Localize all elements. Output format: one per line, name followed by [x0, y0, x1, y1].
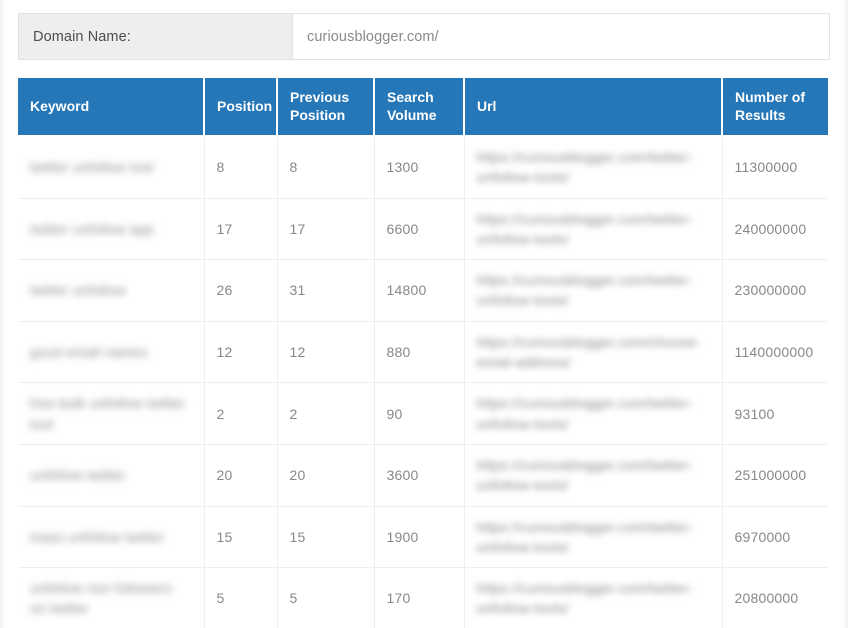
cell-keyword: twitter unfollow tool [18, 135, 205, 199]
table-row: free bulk unfollow twitter tool 2 2 90 https… [18, 382, 828, 445]
cell-number-of-results: 6970000 [722, 506, 828, 569]
cell-url[interactable]: https://curiousblogger.com/twitter-unfol… [464, 382, 723, 445]
cell-number-of-results: 251000000 [722, 444, 828, 507]
page-left-gutter [0, 0, 6, 628]
cell-url[interactable]: https://curiousblogger.com/twitter-unfol… [464, 506, 723, 569]
table-row: twitter unfollow 26 31 14800 https://curious… [18, 259, 828, 322]
cell-previous-position: 8 [277, 135, 375, 199]
cell-url[interactable]: https://curiousblogger.com/twitter-unfol… [464, 567, 723, 628]
cell-keyword: unfollow twitter [18, 444, 205, 507]
column-header-previous-position[interactable]: Previous Position [277, 78, 375, 137]
column-header-number-of-results[interactable]: Number of Results [722, 78, 828, 137]
cell-number-of-results: 1140000000 [722, 321, 828, 384]
column-header-search-volume[interactable]: Search Volume [374, 78, 465, 137]
keyword-table-body: twitter unfollow tool 8 8 1300 https://curio… [18, 135, 828, 628]
column-header-url[interactable]: Url [464, 78, 723, 137]
cell-search-volume: 1300 [374, 135, 465, 199]
cell-previous-position: 31 [277, 259, 375, 322]
domain-input-group: Domain Name: curiousblogger.com/ [18, 13, 830, 60]
cell-previous-position: 15 [277, 506, 375, 569]
domain-name-input[interactable]: curiousblogger.com/ [293, 13, 830, 60]
cell-position: 20 [204, 444, 278, 507]
column-header-keyword[interactable]: Keyword [18, 78, 205, 137]
cell-position: 12 [204, 321, 278, 384]
page-right-gutter [842, 0, 848, 628]
cell-number-of-results: 20800000 [722, 567, 828, 628]
cell-keyword: good email names [18, 321, 205, 384]
column-header-position[interactable]: Position [204, 78, 278, 137]
cell-number-of-results: 93100 [722, 382, 828, 445]
keyword-table-container: Keyword Position Previous Position Searc… [18, 78, 828, 628]
table-row: twitter unfollow app 17 17 6600 https://curi… [18, 198, 828, 261]
cell-url[interactable]: https://curiousblogger.com/choose-email-… [464, 321, 723, 384]
table-row: mass unfollow twitter 15 15 1900 https://cur… [18, 506, 828, 569]
cell-number-of-results: 230000000 [722, 259, 828, 322]
cell-keyword: free bulk unfollow twitter tool [18, 382, 205, 445]
table-header-row: Keyword Position Previous Position Searc… [18, 78, 828, 137]
keyword-table: Keyword Position Previous Position Searc… [18, 78, 828, 628]
cell-keyword: mass unfollow twitter [18, 506, 205, 569]
table-row: twitter unfollow tool 8 8 1300 https://curio… [18, 135, 828, 199]
table-row: good email names 12 12 880 https://curiousbl… [18, 321, 828, 384]
cell-previous-position: 5 [277, 567, 375, 628]
cell-search-volume: 90 [374, 382, 465, 445]
cell-position: 26 [204, 259, 278, 322]
page-root: Domain Name: curiousblogger.com/ Keyword… [0, 0, 848, 628]
domain-name-label: Domain Name: [18, 13, 293, 60]
cell-previous-position: 20 [277, 444, 375, 507]
cell-search-volume: 880 [374, 321, 465, 384]
cell-position: 5 [204, 567, 278, 628]
cell-previous-position: 2 [277, 382, 375, 445]
cell-keyword: twitter unfollow [18, 259, 205, 322]
cell-position: 2 [204, 382, 278, 445]
cell-search-volume: 14800 [374, 259, 465, 322]
cell-position: 8 [204, 135, 278, 199]
cell-search-volume: 1900 [374, 506, 465, 569]
cell-position: 15 [204, 506, 278, 569]
cell-number-of-results: 240000000 [722, 198, 828, 261]
cell-keyword: twitter unfollow app [18, 198, 205, 261]
cell-previous-position: 12 [277, 321, 375, 384]
table-row: unfollow non followers on twitter 5 5 170 ht… [18, 567, 828, 628]
cell-url[interactable]: https://curiousblogger.com/twitter-unfol… [464, 259, 723, 322]
table-row: unfollow twitter 20 20 3600 https://curiousb… [18, 444, 828, 507]
cell-url[interactable]: https://curiousblogger.com/twitter-unfol… [464, 198, 723, 261]
cell-url[interactable]: https://curiousblogger.com/twitter-unfol… [464, 444, 723, 507]
keyword-table-head: Keyword Position Previous Position Searc… [18, 78, 828, 137]
cell-position: 17 [204, 198, 278, 261]
cell-url[interactable]: https://curiousblogger.com/twitter-unfol… [464, 135, 723, 199]
cell-number-of-results: 11300000 [722, 135, 828, 199]
cell-search-volume: 170 [374, 567, 465, 628]
cell-previous-position: 17 [277, 198, 375, 261]
cell-search-volume: 3600 [374, 444, 465, 507]
cell-keyword: unfollow non followers on twitter [18, 567, 205, 628]
cell-search-volume: 6600 [374, 198, 465, 261]
